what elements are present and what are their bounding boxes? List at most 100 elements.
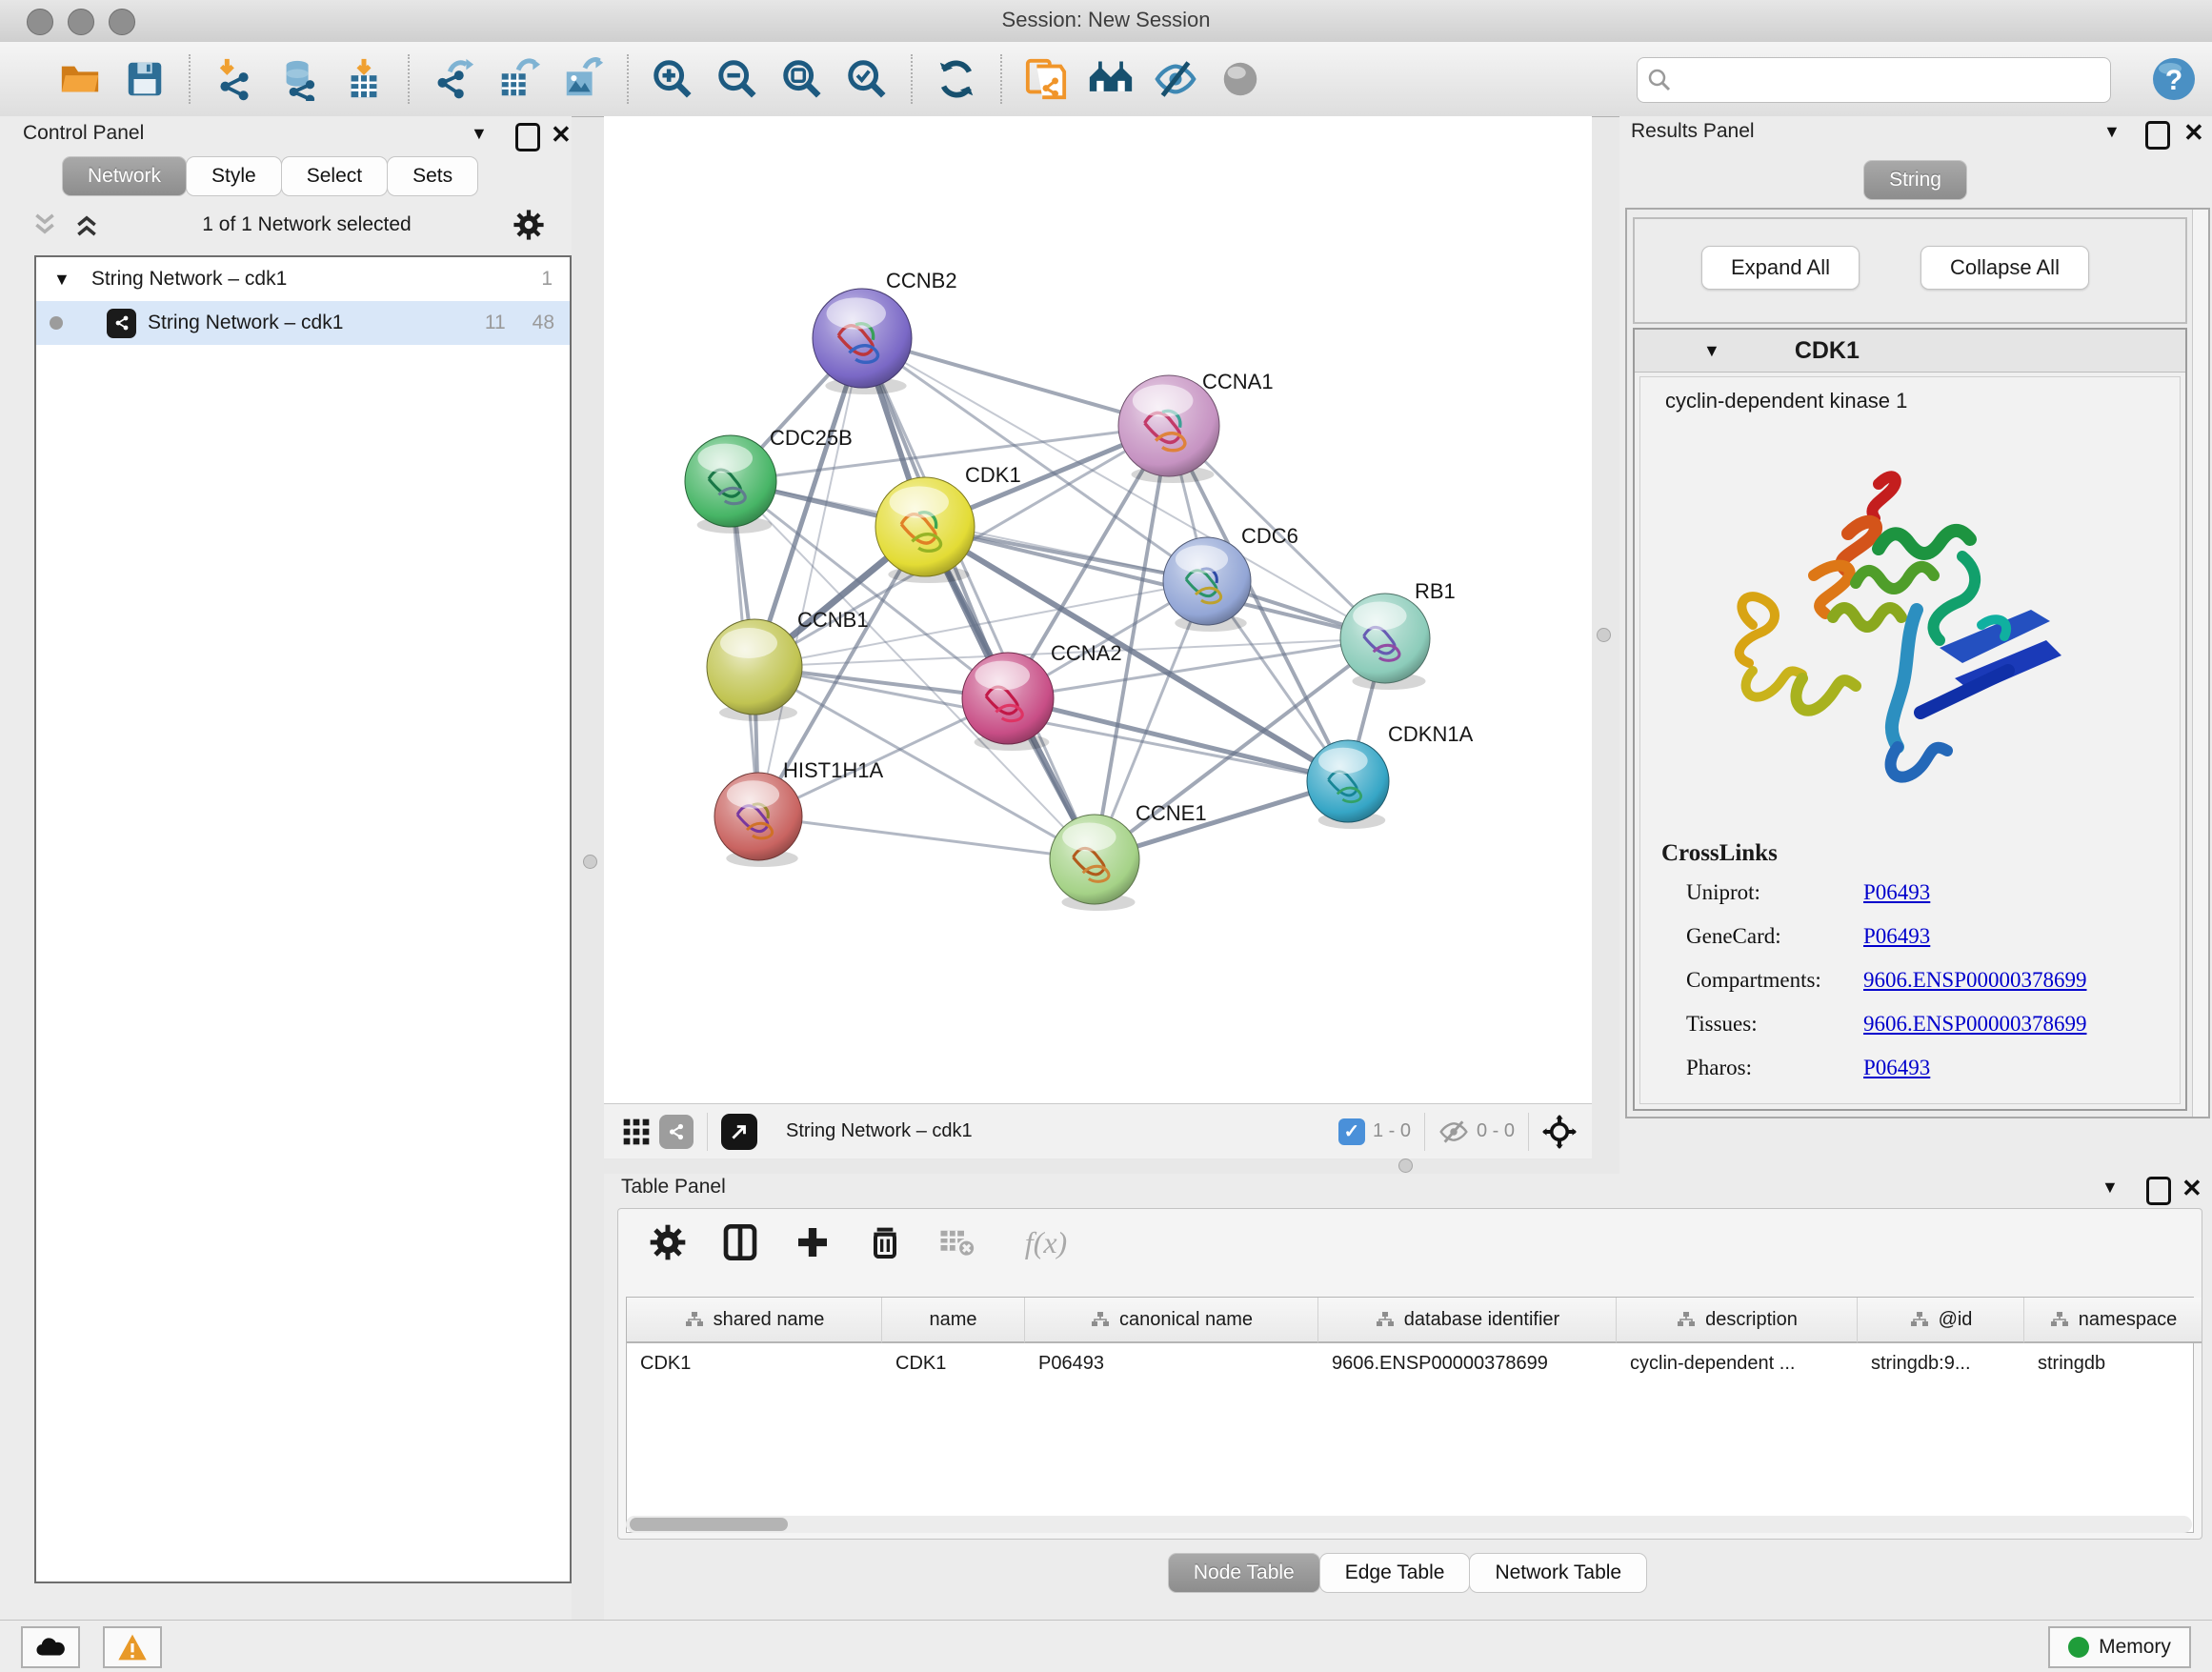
cell-canonical-name[interactable]: P06493 [1025, 1343, 1318, 1383]
detach-view-icon[interactable] [721, 1114, 757, 1150]
tab-network-table[interactable]: Network Table [1469, 1553, 1647, 1593]
collection-expander-icon[interactable]: ▼ [53, 270, 70, 290]
zoom-out-icon[interactable] [714, 56, 760, 102]
collapse-all-button[interactable]: Collapse All [1920, 246, 2089, 290]
control-panel-float-icon[interactable] [515, 123, 540, 151]
gear-icon[interactable] [513, 209, 545, 241]
control-panel-collapse-icon[interactable]: ▼ [471, 124, 488, 144]
table-panel-collapse-icon[interactable]: ▼ [2101, 1178, 2119, 1198]
column-header-id[interactable]: @id [1858, 1298, 2024, 1343]
help-icon[interactable]: ? [2151, 56, 2197, 102]
crosslink-tissues-link[interactable]: 9606.ENSP00000378699 [1863, 1012, 2087, 1037]
open-session-icon[interactable] [57, 56, 103, 102]
save-session-icon[interactable] [122, 56, 168, 102]
search-field[interactable] [1637, 57, 2111, 103]
cloud-status-button[interactable] [21, 1626, 80, 1668]
cell-shared-name[interactable]: CDK1 [627, 1343, 882, 1383]
results-panel-float-icon[interactable] [2145, 121, 2170, 150]
cell-description[interactable]: cyclin-dependent ... [1617, 1343, 1858, 1383]
right-splitter-handle[interactable] [1597, 628, 1611, 642]
crosslink-uniprot-link[interactable]: P06493 [1863, 880, 1930, 905]
network-node[interactable] [1307, 740, 1389, 829]
expand-all-button[interactable]: Expand All [1701, 246, 1860, 290]
table-panel-close-icon[interactable]: ✕ [2182, 1177, 2202, 1199]
cell-id[interactable]: stringdb:9... [1858, 1343, 2024, 1383]
bottom-splitter-handle[interactable] [1398, 1158, 1413, 1173]
column-header-description[interactable]: description [1617, 1298, 1858, 1343]
tab-style[interactable]: Style [186, 156, 282, 196]
tab-sets[interactable]: Sets [387, 156, 478, 196]
import-network-database-icon[interactable] [276, 56, 322, 102]
zoom-selected-icon[interactable] [844, 56, 890, 102]
network-collection-row[interactable]: ▼ String Network – cdk1 1 [36, 257, 570, 301]
show-grid-icon[interactable] [617, 1109, 655, 1155]
shared-column-icon [1375, 1311, 1396, 1328]
delete-column-icon[interactable] [863, 1220, 907, 1264]
tab-network[interactable]: Network [62, 156, 187, 196]
function-builder-icon[interactable]: f(x) [1008, 1220, 1084, 1264]
network-row[interactable]: String Network – cdk1 11 48 [36, 301, 570, 345]
zoom-fit-icon[interactable] [779, 56, 825, 102]
birdseye-navigator-icon[interactable] [1542, 1115, 1577, 1149]
network-graph[interactable]: CCNB2CCNA1CDC25BCDK1CDC6RB1CCNB1CCNA2CDK… [604, 116, 1592, 1103]
results-vertical-scrollbar[interactable] [2192, 210, 2208, 1117]
gene-expander-icon[interactable]: ▼ [1703, 341, 1720, 361]
tab-string[interactable]: String [1863, 160, 1967, 200]
hide-glass-effect-icon[interactable] [1153, 56, 1198, 102]
warning-status-button[interactable] [103, 1626, 162, 1668]
create-column-icon[interactable] [791, 1220, 835, 1264]
left-splitter-handle[interactable] [583, 855, 597, 869]
gene-entry-header[interactable]: ▼ CDK1 [1635, 330, 2185, 373]
column-header-canonical-name[interactable]: canonical name [1025, 1298, 1318, 1343]
column-header-namespace[interactable]: namespace [2024, 1298, 2202, 1343]
scrollbar-thumb[interactable] [630, 1518, 788, 1531]
homology-houses-icon[interactable] [1088, 56, 1134, 102]
results-panel-collapse-icon[interactable]: ▼ [2103, 122, 2121, 142]
crosslink-genecard-link[interactable]: P06493 [1863, 924, 1930, 949]
network-node[interactable] [714, 773, 802, 867]
column-header-database-identifier[interactable]: database identifier [1318, 1298, 1617, 1343]
string-protein-query-icon[interactable] [1023, 56, 1069, 102]
tab-select[interactable]: Select [281, 156, 388, 196]
network-canvas[interactable]: CCNB2CCNA1CDC25BCDK1CDC6RB1CCNB1CCNA2CDK… [604, 116, 1592, 1103]
tab-edge-table[interactable]: Edge Table [1319, 1553, 1471, 1593]
export-image-icon[interactable] [560, 56, 606, 102]
table-gear-icon[interactable] [646, 1220, 690, 1264]
results-panel-close-icon[interactable]: ✕ [2183, 121, 2204, 144]
string-view-icon[interactable] [659, 1115, 694, 1149]
column-header-name[interactable]: name [882, 1298, 1025, 1343]
network-node[interactable] [707, 619, 802, 721]
table-panel-float-icon[interactable] [2146, 1177, 2171, 1205]
export-table-icon[interactable] [495, 56, 541, 102]
network-node[interactable] [875, 477, 975, 583]
import-network-file-icon[interactable] [211, 56, 257, 102]
memory-button[interactable]: Memory [2048, 1626, 2191, 1668]
table-row[interactable]: CDK1 CDK1 P06493 9606.ENSP00000378699 cy… [627, 1343, 2193, 1383]
network-node[interactable] [685, 435, 776, 534]
crosslink-label: Uniprot: [1686, 880, 1760, 905]
delete-table-icon[interactable] [935, 1220, 979, 1264]
column-header-shared-name[interactable]: shared name [627, 1298, 882, 1343]
export-network-icon[interactable] [431, 56, 476, 102]
selected-checkbox-icon[interactable]: ✓ [1338, 1118, 1365, 1145]
network-node[interactable] [1050, 815, 1139, 911]
network-node[interactable] [1340, 594, 1430, 690]
control-panel-tabs: NetworkStyleSelectSets [63, 156, 478, 196]
zoom-in-icon[interactable] [650, 56, 695, 102]
expand-all-chevron-icon[interactable] [72, 212, 101, 237]
import-table-file-icon[interactable] [341, 56, 387, 102]
network-node[interactable] [1163, 537, 1251, 632]
cell-name[interactable]: CDK1 [882, 1343, 1025, 1383]
crosslink-compartments-link[interactable]: 9606.ENSP00000378699 [1863, 968, 2087, 993]
show-columns-icon[interactable] [718, 1220, 762, 1264]
crosslink-pharos-link[interactable]: P06493 [1863, 1056, 1930, 1080]
cell-database-identifier[interactable]: 9606.ENSP00000378699 [1318, 1343, 1617, 1383]
cell-namespace[interactable]: stringdb [2024, 1343, 2202, 1383]
show-structure-images-icon[interactable] [1217, 56, 1263, 102]
search-input[interactable] [1681, 69, 2102, 92]
refresh-icon[interactable] [934, 56, 979, 102]
table-horizontal-scrollbar[interactable] [626, 1516, 2192, 1533]
collapse-all-chevron-icon[interactable] [30, 212, 59, 237]
tab-node-table[interactable]: Node Table [1168, 1553, 1320, 1593]
control-panel-close-icon[interactable]: ✕ [551, 123, 572, 146]
